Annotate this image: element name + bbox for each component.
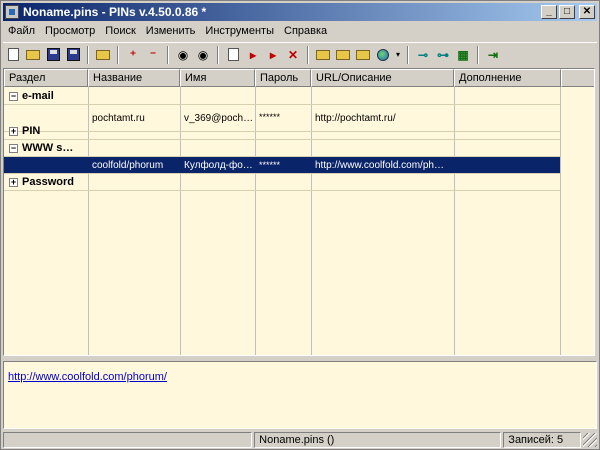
group-row-www[interactable]: − WWW s… xyxy=(4,140,560,157)
column-header-filler xyxy=(561,69,594,87)
password-gen-icon[interactable]: ▦ xyxy=(454,46,472,64)
expand-icon[interactable]: + xyxy=(9,178,18,187)
column-header-extra[interactable]: Дополнение xyxy=(454,69,561,87)
status-file: Noname.pins () xyxy=(254,432,502,448)
cell-url: http://www.coolfold.com/ph… xyxy=(315,160,444,171)
find-next-icon[interactable]: ◉ xyxy=(194,46,212,64)
status-bar: Noname.pins () Записей: 5 xyxy=(3,432,597,448)
group-row-pin[interactable]: + PIN xyxy=(4,123,560,140)
open-icon[interactable] xyxy=(24,46,42,64)
group-label: WWW s… xyxy=(22,142,74,154)
toolbar-separator xyxy=(117,45,119,64)
expand-icon[interactable]: + xyxy=(9,127,18,136)
menu-tools[interactable]: Инструменты xyxy=(200,22,279,40)
column-header-section[interactable]: Раздел xyxy=(4,69,88,87)
toolbar-separator xyxy=(307,45,309,64)
group-row-email[interactable]: − e-mail xyxy=(4,88,560,105)
delete-section-icon[interactable]: ⁻ xyxy=(144,46,162,64)
status-pane-empty xyxy=(3,432,253,448)
group-label: PIN xyxy=(22,125,41,137)
close-button[interactable]: ✕ xyxy=(579,5,595,19)
grid-line xyxy=(560,87,561,355)
menu-help[interactable]: Справка xyxy=(279,22,332,40)
cell-name: coolfold/phorum xyxy=(92,160,164,171)
column-header-name[interactable]: Название xyxy=(88,69,180,87)
menu-file[interactable]: Файл xyxy=(3,22,40,40)
browser-icon[interactable] xyxy=(374,46,392,64)
column-header-password[interactable]: Пароль xyxy=(255,69,311,87)
details-memo[interactable]: http://www.coolfold.com/phorum/ xyxy=(3,361,597,429)
cell-password: ****** xyxy=(259,160,281,170)
add-section-icon[interactable]: ⁺ xyxy=(124,46,142,64)
group-row-password[interactable]: + Password xyxy=(4,174,560,191)
toolbar-separator xyxy=(477,45,479,64)
browser-dropdown-icon[interactable]: ▾ xyxy=(394,46,402,64)
menu-view[interactable]: Просмотр xyxy=(40,22,100,40)
records-grid[interactable]: Раздел Название Имя Пароль URL/Описание … xyxy=(3,68,595,356)
menu-search[interactable]: Поиск xyxy=(100,22,140,40)
window-title: Noname.pins - PINs v.4.50.0.86 * xyxy=(23,5,207,19)
save-as-icon[interactable] xyxy=(64,46,82,64)
delete-item-icon[interactable]: ✕ xyxy=(284,46,302,64)
copy-user-icon[interactable] xyxy=(334,46,352,64)
toolbar-separator xyxy=(407,45,409,64)
key-icon[interactable]: ⊸ xyxy=(414,46,432,64)
add-item-icon[interactable]: ▸ xyxy=(244,46,262,64)
column-header-url[interactable]: URL/Описание xyxy=(311,69,454,87)
cell-user: Кулфолд-фо… xyxy=(184,160,253,171)
table-row-selected[interactable]: coolfold/phorum Кулфолд-фо… ****** http:… xyxy=(4,157,560,174)
open-folder-icon[interactable] xyxy=(94,46,112,64)
collapse-icon[interactable]: − xyxy=(9,92,18,101)
collapse-icon[interactable]: − xyxy=(9,144,18,153)
resize-grip-icon[interactable] xyxy=(583,433,597,447)
save-icon[interactable] xyxy=(44,46,62,64)
find-icon[interactable]: ◉ xyxy=(174,46,192,64)
group-label: e-mail xyxy=(22,90,54,102)
edit-icon[interactable] xyxy=(224,46,242,64)
app-icon[interactable] xyxy=(5,5,19,19)
copy-name-icon[interactable] xyxy=(314,46,332,64)
new-icon[interactable] xyxy=(4,46,22,64)
column-header-user[interactable]: Имя xyxy=(180,69,255,87)
toolbar-separator xyxy=(167,45,169,64)
toolbar: ⁺ ⁻ ◉ ◉ ▸ ▸ ✕ ▾ ⊸ ⊶ ▦ ⇥ xyxy=(3,42,597,66)
keys-icon[interactable]: ⊶ xyxy=(434,46,452,64)
menu-edit[interactable]: Изменить xyxy=(141,22,201,40)
app-window: Noname.pins - PINs v.4.50.0.86 * _ □ ✕ Ф… xyxy=(0,0,600,450)
menu-bar: Файл Просмотр Поиск Изменить Инструменты… xyxy=(3,22,332,40)
title-bar[interactable]: Noname.pins - PINs v.4.50.0.86 * _ □ ✕ xyxy=(3,3,597,21)
copy-password-icon[interactable] xyxy=(354,46,372,64)
toolbar-separator xyxy=(217,45,219,64)
status-records: Записей: 5 xyxy=(503,432,582,448)
toolbar-separator xyxy=(87,45,89,64)
add-subitem-icon[interactable]: ▸ xyxy=(264,46,282,64)
group-label: Password xyxy=(22,176,74,188)
window-controls: _ □ ✕ xyxy=(541,5,595,19)
minimize-button[interactable]: _ xyxy=(541,5,557,19)
exit-icon[interactable]: ⇥ xyxy=(484,46,502,64)
maximize-button[interactable]: □ xyxy=(559,5,575,19)
url-link[interactable]: http://www.coolfold.com/phorum/ xyxy=(8,371,167,383)
